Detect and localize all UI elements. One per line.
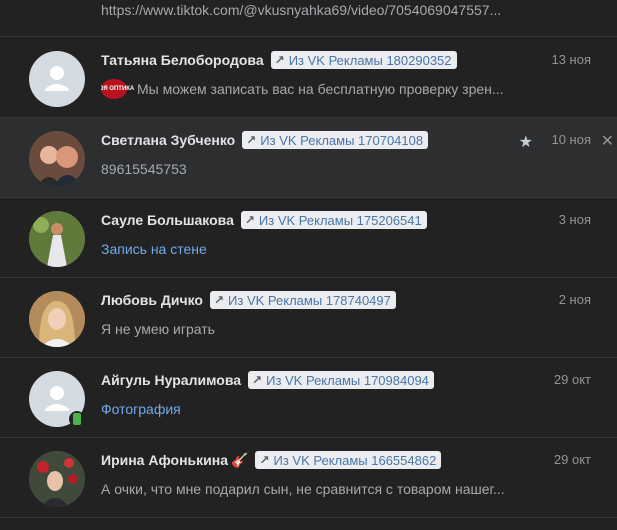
mobile-online-icon <box>69 411 85 427</box>
ad-source-tag-label: Из VK Рекламы 170984094 <box>266 372 429 388</box>
placeholder-avatar <box>29 51 85 107</box>
ad-source-tag-label: Из VK Рекламы 178740497 <box>228 292 391 308</box>
dialog-preview: МОЯ ОПТИКА Мы можем записать вас на бесп… <box>101 79 529 99</box>
sender-logo: МОЯ ОПТИКА <box>101 79 134 99</box>
arrow-up-right-icon: ↗ <box>213 293 225 307</box>
dialog-date: 29 окт <box>553 452 591 467</box>
dialog-row[interactable]: Татьяна Белобородова ↗ Из VK Рекламы 180… <box>0 38 617 118</box>
ad-source-tag-label: Из VK Рекламы 166554862 <box>273 452 437 468</box>
ad-source-tag[interactable]: ↗ Из VK Рекламы 170984094 <box>248 371 434 389</box>
dialog-preview-text: Я не умею играть <box>101 321 215 337</box>
dialog-row[interactable]: Любовь Дичко ↗ Из VK Рекламы 178740497 2… <box>0 278 617 358</box>
ad-source-tag-label: Из VK Рекламы 180290352 <box>288 52 452 68</box>
star-icon[interactable]: ★ <box>519 132 533 152</box>
dialog-date: 10 ноя <box>551 132 591 147</box>
dialog-row-hovered[interactable]: Светлана Зубченко ↗ Из VK Рекламы 170704… <box>0 118 617 198</box>
guitar-icon: 🎸 <box>231 451 249 468</box>
ad-source-tag-label: Из VK Рекламы 175206541 <box>258 212 422 228</box>
dialog-row[interactable]: Айгуль Нуралимова ↗ Из VK Рекламы 170984… <box>0 358 617 438</box>
dialog-row-partial[interactable]: https://www.tiktok.com/@vkusnyahka69/vid… <box>0 0 617 37</box>
dialog-name: Любовь Дичко <box>101 292 203 308</box>
photo-avatar <box>29 211 85 267</box>
arrow-up-right-icon: ↗ <box>252 373 263 387</box>
dialog-preview[interactable]: Фотография <box>101 399 529 419</box>
dialog-preview: Я не умею играть <box>101 319 529 339</box>
ad-source-tag[interactable]: ↗ Из VK Рекламы 170704108 <box>242 131 429 149</box>
arrow-up-right-icon: ↗ <box>246 133 257 147</box>
ad-source-tag-label: Из VK Рекламы 170704108 <box>260 132 424 148</box>
dialog-date: 2 ноя <box>558 292 591 307</box>
arrow-up-right-icon: ↗ <box>259 453 270 467</box>
dialog-preview-text: Мы можем записать вас на бесплатную пров… <box>137 81 504 97</box>
dialog-name: Татьяна Белобородова <box>101 52 264 68</box>
user-silhouette-icon <box>45 66 69 91</box>
ad-source-tag[interactable]: ↗ Из VK Рекламы 180290352 <box>270 51 457 69</box>
close-icon[interactable]: ✕ <box>601 131 614 151</box>
dialog-name: Светлана Зубченко <box>101 132 236 148</box>
photo-avatar <box>29 131 85 187</box>
ad-source-tag[interactable]: ↗ Из VK Рекламы 166554862 <box>255 451 442 469</box>
dialog-preview[interactable]: Запись на стене <box>101 239 529 259</box>
dialog-preview-text[interactable]: Фотография <box>101 401 181 417</box>
arrow-up-right-icon: ↗ <box>244 213 255 227</box>
dialog-preview-text[interactable]: Запись на стене <box>101 241 207 257</box>
dialog-name: Сауле Большакова <box>101 212 234 228</box>
dialog-date: 13 ноя <box>551 52 591 67</box>
dialogs-list: https://www.tiktok.com/@vkusnyahka69/vid… <box>0 0 617 530</box>
dialog-preview-text: 89615545753 <box>101 161 187 177</box>
dialog-date: 3 ноя <box>558 212 591 227</box>
ad-source-tag[interactable]: ↗ Из VK Рекламы 178740497 <box>209 291 396 309</box>
dialog-preview: https://www.tiktok.com/@vkusnyahka69/vid… <box>101 2 502 18</box>
dialog-preview: 89615545753 <box>101 159 529 179</box>
dialog-row[interactable]: Ирина Афонькина 🎸 ↗ Из VK Рекламы 166554… <box>0 438 617 518</box>
ad-source-tag[interactable]: ↗ Из VK Рекламы 175206541 <box>240 211 427 229</box>
dialog-row[interactable]: Сауле Большакова ↗ Из VK Рекламы 1752065… <box>0 198 617 278</box>
photo-avatar <box>29 291 85 347</box>
photo-avatar <box>29 451 85 507</box>
dialog-name: Айгуль Нуралимова <box>101 372 242 388</box>
dialog-name: Ирина Афонькина <box>101 452 228 468</box>
dialog-date: 29 окт <box>553 372 591 387</box>
dialog-preview: А очки, что мне подарил сын, не сравнитс… <box>101 479 529 499</box>
arrow-up-right-icon: ↗ <box>274 53 285 67</box>
dialog-preview-text: А очки, что мне подарил сын, не сравнитс… <box>101 481 505 497</box>
